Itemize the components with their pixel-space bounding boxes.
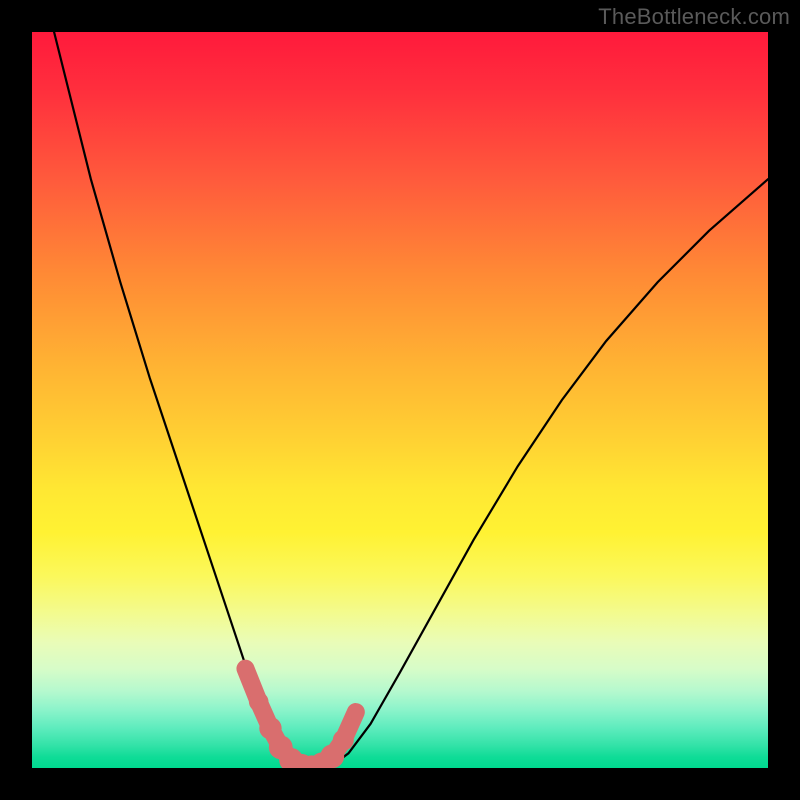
chart-svg-layer	[32, 32, 768, 768]
bottleneck-curve	[54, 32, 768, 768]
valley-marker-group	[238, 661, 364, 768]
valley-marker-dot	[249, 692, 269, 712]
valley-marker-dot	[238, 661, 253, 676]
watermark-text: TheBottleneck.com	[598, 4, 790, 30]
plot-area	[32, 32, 768, 768]
valley-marker-dot	[333, 730, 354, 751]
valley-marker-dot	[348, 704, 363, 719]
chart-frame: TheBottleneck.com	[0, 0, 800, 800]
